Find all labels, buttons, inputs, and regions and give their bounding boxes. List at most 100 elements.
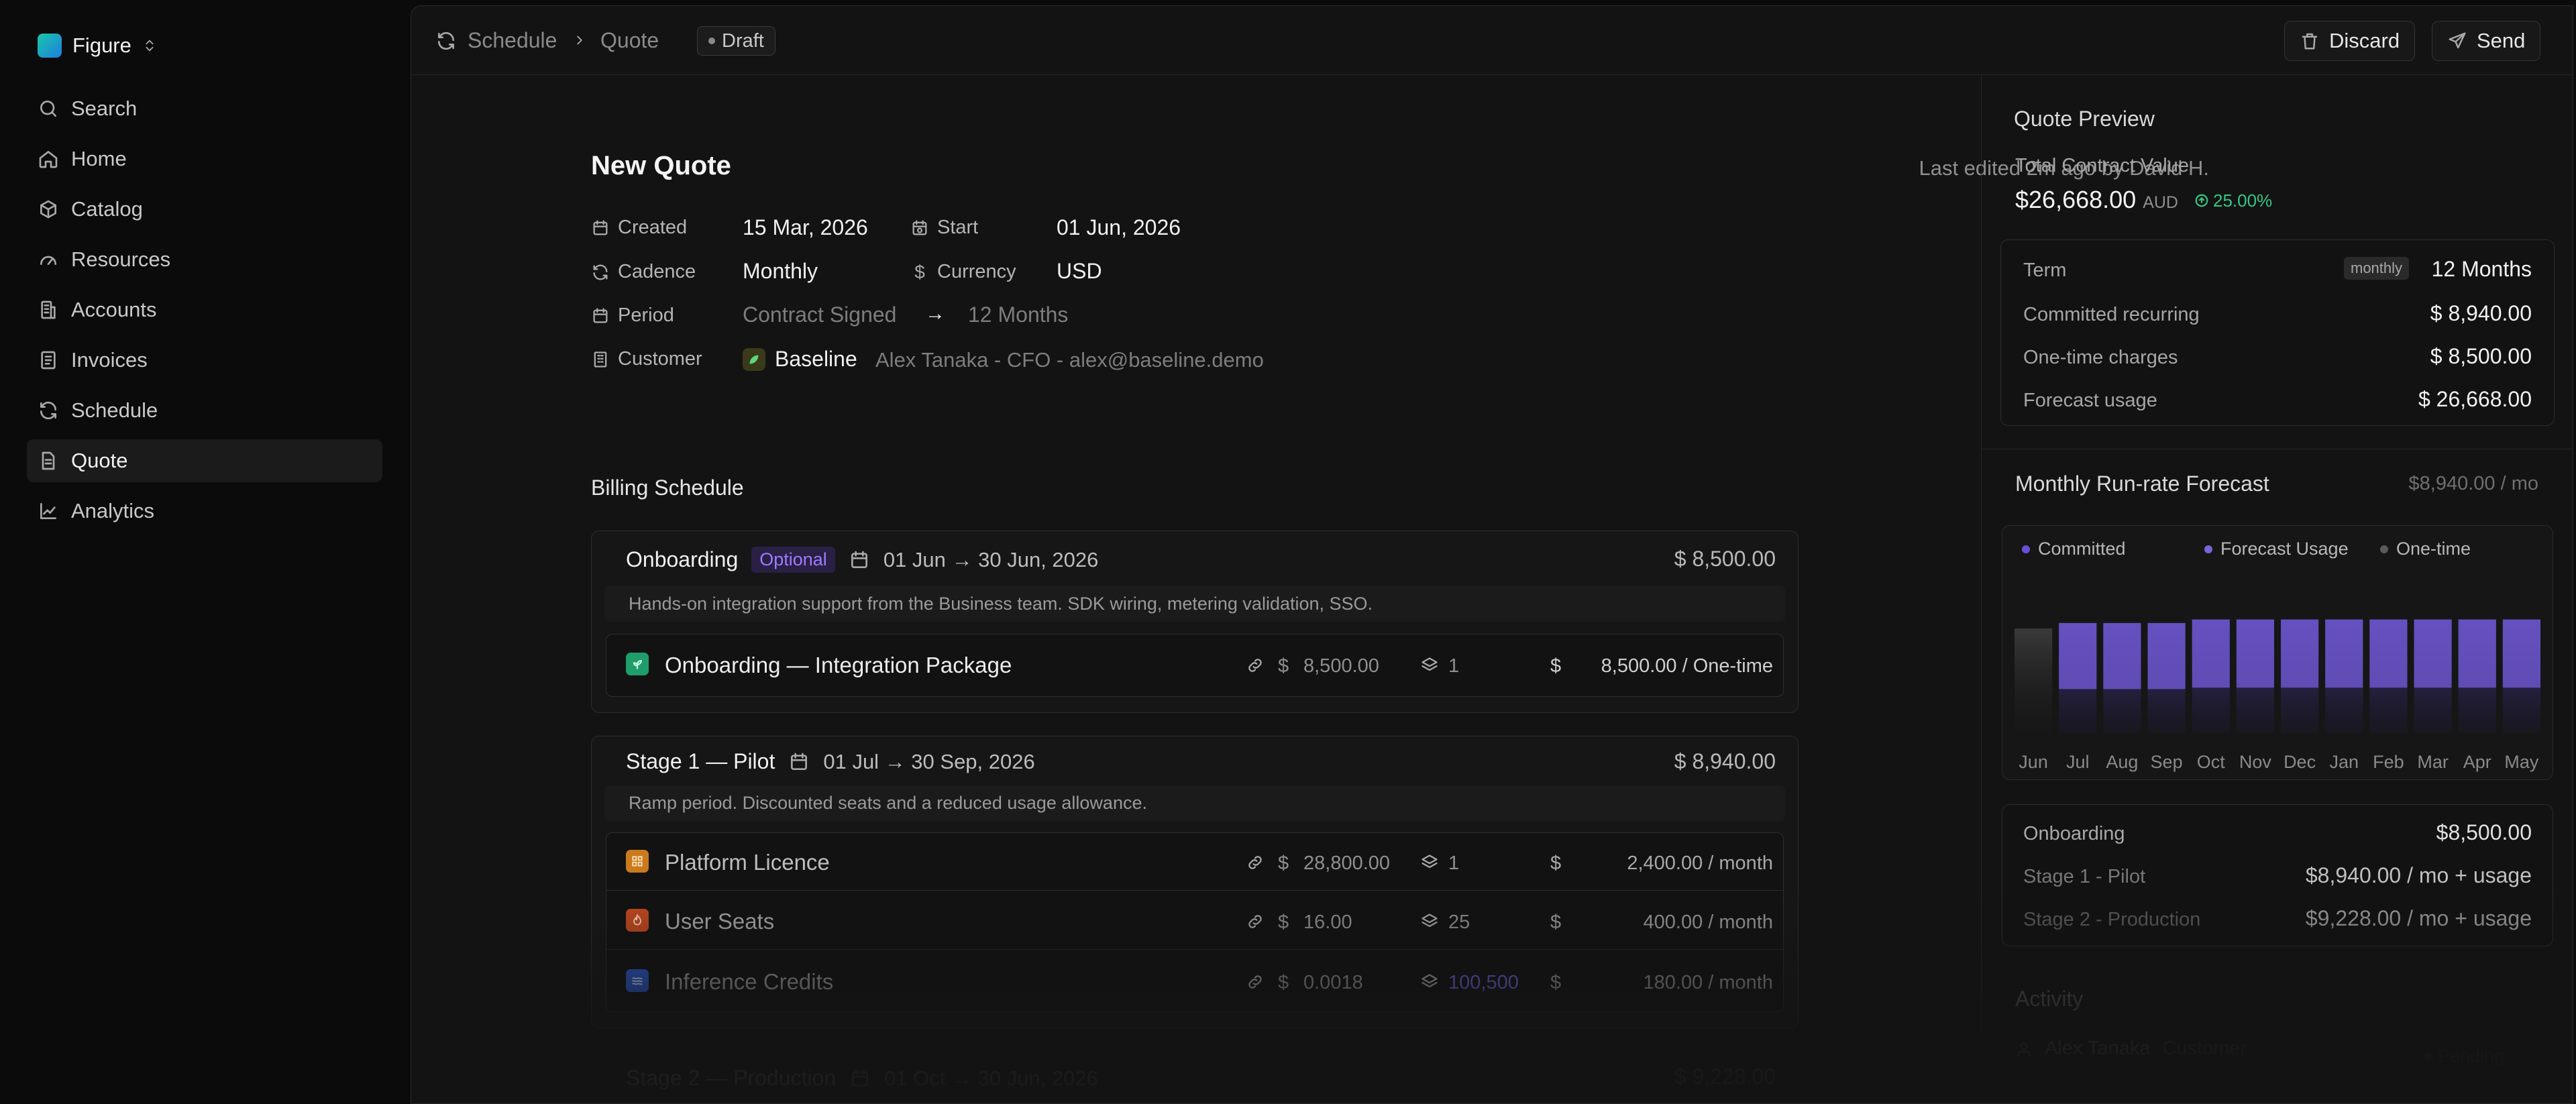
layers-icon [1421,974,1438,988]
item-unit-price: 16.00 [1303,912,1352,933]
row-divider [606,890,1784,891]
breadcrumb-quote[interactable]: Quote [600,28,659,53]
legend-label: Committed [2038,539,2126,559]
trash-icon [2302,33,2318,50]
nav-item-schedule[interactable]: Schedule [27,389,382,432]
currency-symbol: $ [1278,972,1289,993]
nav-label: Quote [71,449,128,472]
tcv-row: $26,668.00 AUD 25.00% [2015,186,2272,214]
period-to[interactable]: 12 Months [968,302,1068,327]
runrate-chart [2015,619,2540,733]
item-quantity[interactable]: 1 [1448,655,1459,677]
stage-header[interactable]: Stage 2 — Production 01 Oct → 30 Jun, 20… [626,1066,1098,1091]
tcv-currency: AUD [2143,193,2178,212]
item-unit-price: 28,800.00 [1303,852,1391,874]
stage-dates: 01 Oct → 30 Jun, 2026 [884,1066,1098,1090]
refresh-icon [593,264,608,280]
cadence-field: Cadence [591,261,696,283]
refresh-icon [40,401,56,420]
nav-item-catalog[interactable]: Catalog [27,188,382,231]
item-total: 180.00 / month [1643,972,1773,993]
nav-label: Catalog [71,197,143,221]
row-divider [606,949,1784,950]
x-tick-label: May [2504,752,2539,772]
item-quantity[interactable]: 1 [1448,852,1459,875]
item-quantity[interactable]: 25 [1448,912,1470,934]
legend-committed: Committed [2022,539,2126,559]
cadence-label: Cadence [618,261,696,282]
send-icon [2449,32,2466,49]
nav-item-home[interactable]: Home [27,137,382,180]
x-tick-label: Sep [2150,752,2183,772]
bar-usage-Sep [2147,622,2186,689]
item-unit-price: 0.0018 [1303,972,1363,993]
customer-field: Customer [591,348,702,370]
stage-dates: 01 Jun → 30 Jun, 2026 [883,547,1099,571]
breadcrumb-schedule[interactable]: Schedule [468,28,557,53]
nav-item-quote[interactable]: Quote [27,439,382,482]
runrate-title: Monthly Run-rate Forecast [2015,472,2269,496]
nav-item-search[interactable]: Search [27,87,382,130]
x-tick-label: Aug [2106,752,2139,772]
currency-symbol: $ [1550,972,1562,993]
item-quantity[interactable]: 100,500 [1448,972,1519,994]
period-field: Period [591,305,674,327]
stage-name: Stage 2 — Production [626,1066,837,1090]
nav-item-analytics[interactable]: Analytics [27,490,382,533]
link-icon [1248,856,1262,869]
optional-badge: Optional [751,547,835,573]
bar-usage-Feb [2369,619,2408,688]
stage-name: Stage 1 — Pilot [626,749,775,773]
nav-item-resources[interactable]: Resources [27,238,382,281]
currency-label: Currency [937,261,1016,282]
currency-value[interactable]: USD [1057,259,1102,284]
building-icon [41,300,56,319]
stage-header[interactable]: Stage 1 — Pilot 01 Jul → 30 Sep, 2026 [626,749,1035,774]
activity-status: Pending [2438,1046,2505,1066]
send-button[interactable]: Send [2432,21,2541,61]
activity-row[interactable]: Alex Tanaka Customer [2015,1038,2247,1060]
created-label: Created [618,217,688,238]
discard-label: Discard [2329,29,2400,52]
item-name: Onboarding — Integration Package [665,653,1012,677]
item-total: 2,400.00 / month [1627,852,1773,874]
app-logo [38,34,62,58]
currency-symbol: $ [1278,852,1289,874]
workspace-switcher[interactable]: Figure [38,30,157,62]
start-value[interactable]: 01 Jun, 2026 [1057,215,1181,240]
nav-item-accounts[interactable]: Accounts [27,288,382,331]
customer-chip[interactable]: Baseline [743,347,857,372]
user-icon [2017,1042,2031,1056]
x-tick-label: Jul [2065,752,2090,772]
legend-swatch [2022,545,2030,553]
layers-icon [1421,854,1438,869]
refresh-icon [438,32,454,50]
bar-usage-Jul [2059,622,2097,689]
leaf-icon [749,355,759,364]
customer-name: Baseline [775,347,857,371]
discard-button[interactable]: Discard [2284,21,2416,61]
calendar-icon [791,753,808,770]
invoice-icon [41,351,56,370]
link-icon [1248,659,1262,672]
committed-value: $ 8,940.00 [2430,301,2532,325]
stage-header[interactable]: Onboarding Optional 01 Jun → 30 Jun, 202… [626,547,1098,573]
currency-symbol: $ [1550,912,1562,933]
nav-item-invoices[interactable]: Invoices [27,339,382,382]
status-dot [708,38,715,44]
legend-onetime: One-time [2380,539,2471,559]
cadence-value[interactable]: Monthly [743,259,818,284]
period-from[interactable]: Contract Signed [743,302,896,327]
sprout-icon [626,653,649,675]
chart-icon [40,503,56,519]
link-icon [1248,975,1262,989]
item-total: 8,500.00 / One-time [1601,655,1773,677]
calendar-icon [593,307,608,323]
activity-title: Activity [2015,987,2084,1011]
tcv-change-badge: 25.00% [2194,190,2272,211]
layers-icon [1421,914,1438,928]
currency-symbol: $ [1278,655,1289,677]
calendar-icon [593,219,608,235]
currency-field: $ Currency [910,261,1016,283]
nav-label: Invoices [71,348,148,372]
